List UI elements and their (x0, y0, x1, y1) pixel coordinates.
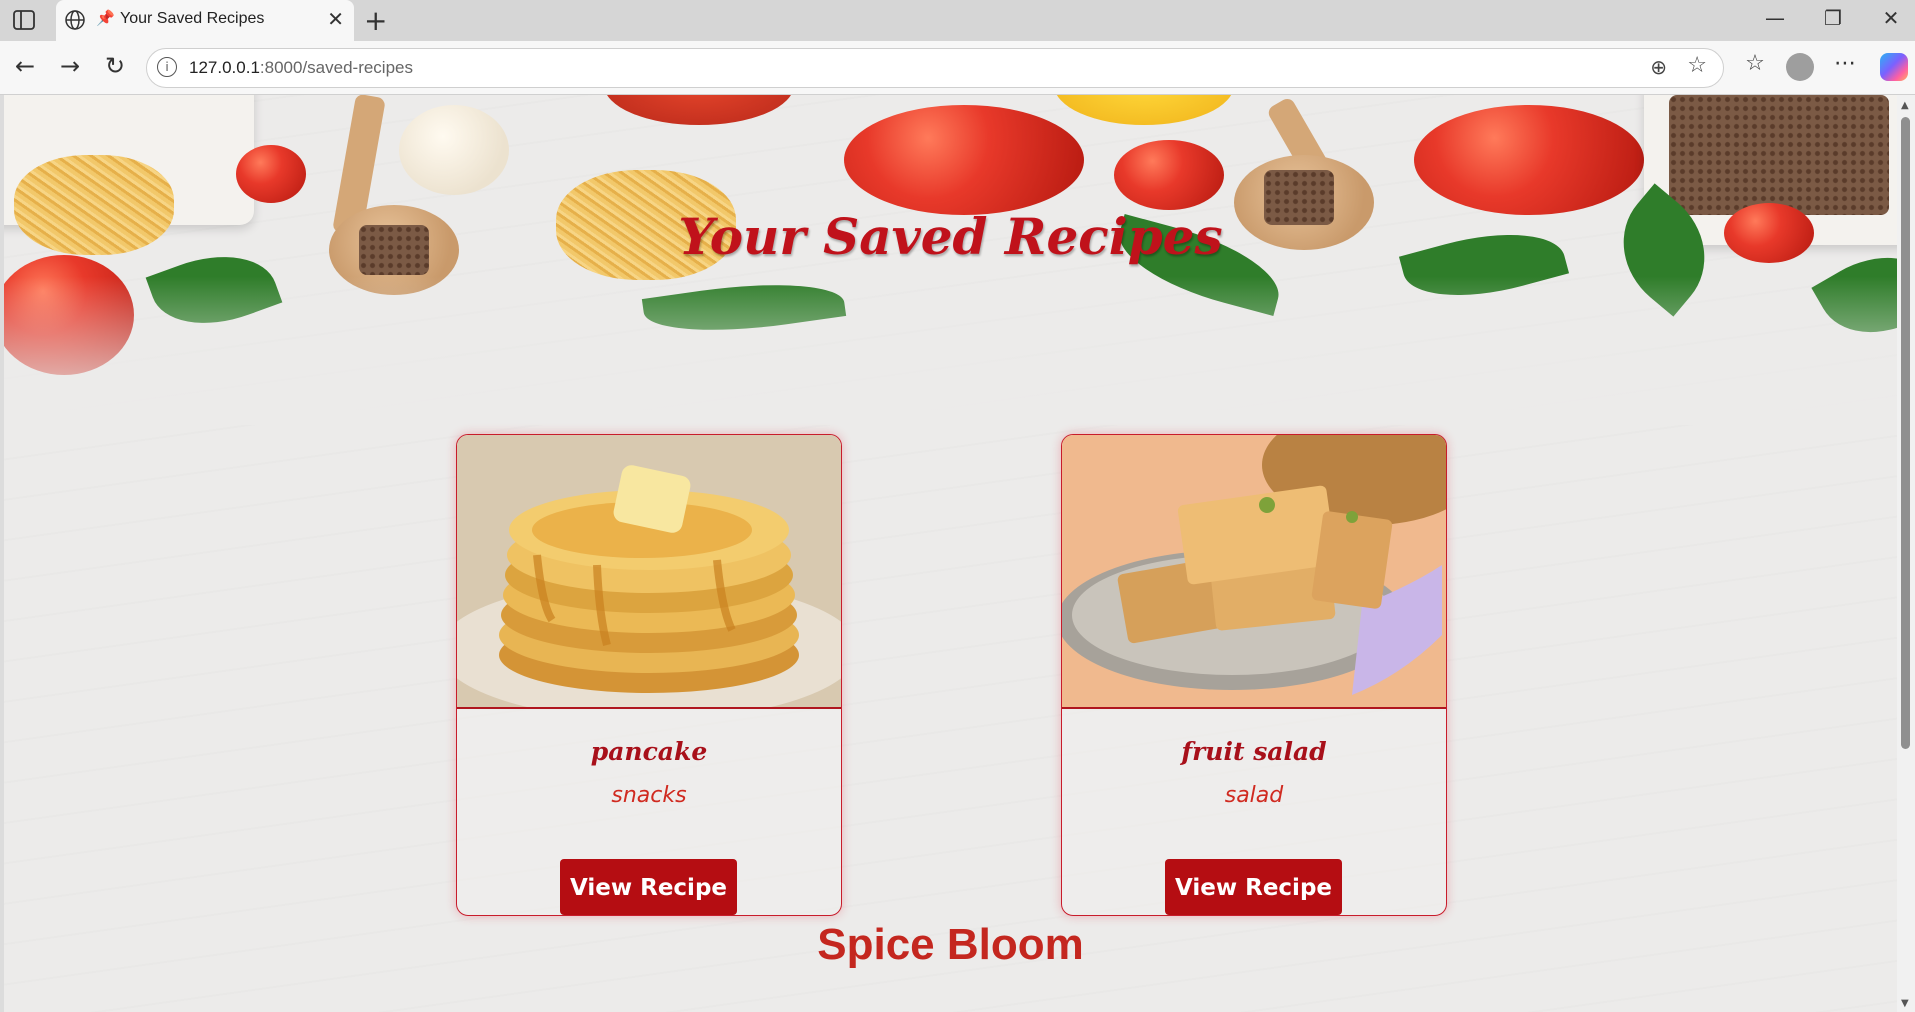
recipe-category: snacks (611, 783, 687, 808)
favorites-list-icon[interactable]: ☆ (1740, 51, 1770, 76)
view-recipe-button[interactable]: View Recipe (560, 859, 737, 915)
recipe-name: fruit salad (1181, 737, 1327, 766)
back-icon[interactable]: ← (10, 51, 40, 81)
recipe-category: salad (1224, 783, 1284, 808)
more-options-icon[interactable]: ⋯ (1830, 51, 1860, 76)
recipe-image-pancake (457, 435, 841, 709)
new-tab-icon[interactable]: + (364, 4, 387, 37)
close-tab-icon[interactable]: ✕ (327, 7, 344, 31)
pancake-image (457, 435, 841, 707)
recipe-card: pancake snacks View Recipe (456, 434, 842, 916)
scrollbar-thumb[interactable] (1901, 117, 1910, 749)
footer-brand: Spice Bloom (817, 920, 1084, 969)
close-window-icon[interactable]: ✕ (1876, 6, 1906, 30)
favorite-star-icon[interactable]: ☆ (1687, 53, 1707, 78)
recipe-name: pancake (590, 737, 708, 766)
pin-favicon-icon: 📌 (96, 9, 115, 27)
recipe-image-fruit-salad (1062, 435, 1446, 709)
globe-icon (65, 10, 85, 30)
page-title: Your Saved Recipes (678, 207, 1223, 266)
forward-icon[interactable]: → (55, 51, 85, 81)
view-recipe-button[interactable]: View Recipe (1165, 859, 1342, 915)
reload-icon[interactable]: ↻ (100, 51, 130, 81)
tab-title: Your Saved Recipes (120, 10, 265, 27)
page-scrollbar[interactable]: ▲ ▼ (1897, 95, 1915, 1012)
url-text[interactable]: 127.0.0.1:8000/saved-recipes (189, 58, 413, 78)
browser-toolbar: ← → ↻ i 127.0.0.1:8000/saved-recipes ⊕ ☆… (0, 41, 1915, 95)
address-bar[interactable]: i 127.0.0.1:8000/saved-recipes ⊕ ☆ (146, 48, 1724, 88)
sidebar-toggle-icon[interactable] (12, 9, 36, 31)
minimize-icon[interactable]: — (1760, 6, 1790, 30)
copilot-icon[interactable] (1880, 53, 1908, 81)
scroll-up-icon[interactable]: ▲ (1901, 100, 1909, 111)
page-body: Your Saved Recipes pancake snacks View R… (4, 95, 1897, 1012)
browser-tab[interactable]: 📌 Your Saved Recipes ✕ (56, 0, 354, 41)
restore-icon[interactable]: ❐ (1818, 6, 1848, 30)
sweets-plate-image (1062, 435, 1446, 707)
recipe-card: fruit salad salad View Recipe (1061, 434, 1447, 916)
zoom-icon[interactable]: ⊕ (1650, 55, 1667, 79)
scroll-down-icon[interactable]: ▼ (1901, 998, 1909, 1009)
site-info-icon[interactable]: i (157, 57, 177, 77)
profile-avatar-icon[interactable] (1786, 53, 1814, 81)
tab-bar: 📌 Your Saved Recipes ✕ + — ❐ ✕ (0, 0, 1915, 41)
